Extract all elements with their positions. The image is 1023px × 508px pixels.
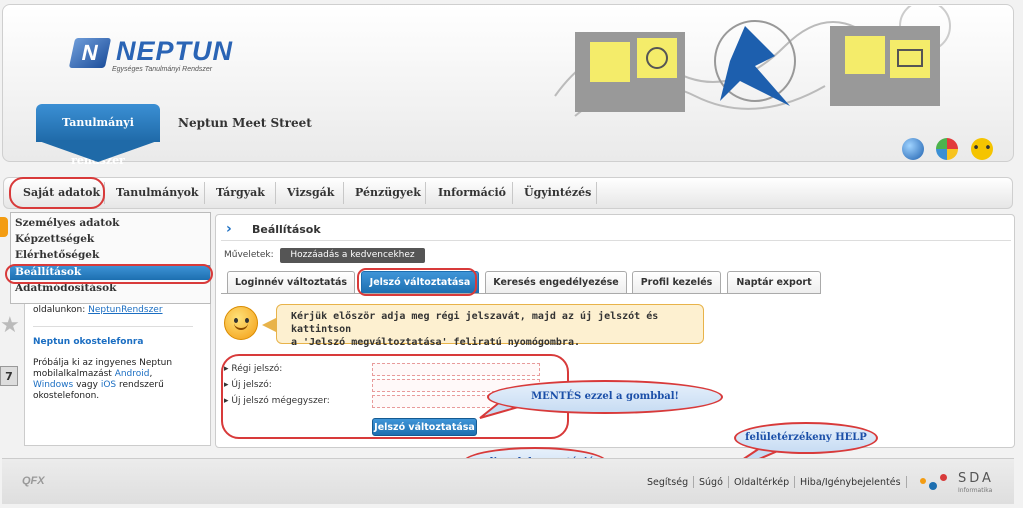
sidebar-text-or: vagy (76, 380, 98, 390)
chevron-right-icon: › (226, 221, 232, 237)
tab-baseline (221, 293, 821, 294)
header-artwork (554, 6, 951, 117)
menu-divider (343, 182, 344, 204)
menu-item-subjects[interactable]: Tárgyak (216, 186, 265, 199)
sidebar-link-prefix: oldalunkon: (33, 305, 86, 315)
footer-divider (693, 476, 694, 488)
notice-line: a 'Jelszó megváltoztatása' feliratú nyom… (291, 337, 580, 348)
dropdown-item-qualifications[interactable]: Képzettségek (15, 233, 94, 245)
actions-label: Műveletek: (224, 250, 274, 260)
footer-sitemap-link[interactable]: Oldaltérkép (734, 477, 789, 488)
ios-link[interactable]: iOS (101, 380, 116, 390)
highlight-own-data (9, 177, 105, 209)
dropdown-marker (0, 217, 8, 237)
neptun-logo-icon: N (68, 38, 112, 68)
footer-guide-link[interactable]: Súgó (699, 477, 723, 488)
sidebar-link-line: oldalunkon: NeptunRendszer (33, 305, 163, 316)
save-callout: MENTÉS ezzel a gombbal! (487, 380, 723, 414)
menu-item-information[interactable]: Információ (438, 186, 506, 199)
sidebar-mobile-title: Neptun okostelefonra (33, 337, 144, 347)
menu-divider (425, 182, 426, 204)
neptun-rendszer-link[interactable]: NeptunRendszer (88, 305, 162, 315)
sidebar-text-line: mobilalkalmazást (33, 369, 112, 379)
page-title: Beállítások (252, 223, 321, 236)
logo-subtitle: Egységes Tanulmányi Rendszer (112, 66, 213, 73)
menu-item-finances[interactable]: Pénzügyek (355, 186, 421, 199)
menu-divider (512, 182, 513, 204)
new-password-label-text: Új jelszó: (231, 380, 272, 390)
highlight-password-tab (357, 268, 477, 296)
old-password-field[interactable] (372, 363, 540, 376)
student-figure (720, 26, 790, 106)
tab-search-permission[interactable]: Keresés engedélyezése (485, 271, 627, 293)
footer-divider (728, 476, 729, 488)
science-sticky-note (590, 42, 630, 82)
highlight-settings (5, 264, 213, 284)
old-password-label: ▸ Régi jelszó: (224, 364, 283, 374)
menu-divider (275, 182, 276, 204)
new-password-label: ▸ Új jelszó: (224, 380, 272, 390)
footer-divider (906, 476, 907, 488)
tab-login-name[interactable]: Loginnév változtatás (227, 271, 355, 293)
title-divider (221, 240, 1011, 241)
color-theme-icon[interactable] (936, 138, 958, 160)
sidebar-divider (33, 326, 193, 327)
menu-item-studies[interactable]: Tanulmányok (116, 186, 199, 199)
sidebar-text-line: Próbálja ki az ingyenes Neptun (33, 358, 173, 368)
menu-divider (204, 182, 205, 204)
books-sticky-note (845, 36, 885, 74)
system-tab-pointer (36, 140, 160, 162)
footer-bug-report-link[interactable]: Hiba/Igénybejelentés (800, 477, 901, 488)
tab-calendar-export[interactable]: Naptár export (727, 271, 821, 293)
sidebar-comma: , (149, 369, 153, 379)
sda-logo-subtitle: Informatika (958, 487, 993, 494)
old-password-label-text: Régi jelszó: (231, 364, 283, 374)
globe-icon[interactable] (902, 138, 924, 160)
star-icon: ★ (0, 313, 20, 338)
menu-item-administration[interactable]: Ügyintézés (524, 186, 591, 199)
sda-dot-icon (940, 474, 947, 481)
globe-sticky-note (637, 38, 677, 78)
footer-divider (794, 476, 795, 488)
menu-divider (596, 182, 597, 204)
laptop-sticky-note (890, 40, 930, 78)
confirm-password-label: ▸ Új jelszó mégegyszer: (224, 396, 330, 406)
help-callout: felületérzékeny HELP (734, 422, 878, 454)
qfx-logo: QFX (22, 475, 45, 487)
menu-item-exams[interactable]: Vizsgák (287, 186, 334, 199)
sidebar-text-system: rendszerű (119, 380, 164, 390)
sda-logo: SDA (958, 471, 994, 486)
system-tab[interactable]: Tanulmányi rendszer (36, 104, 160, 167)
android-link[interactable]: Android (115, 369, 150, 379)
footer-help-link[interactable]: Segítség (647, 477, 688, 488)
confirm-password-label-text: Új jelszó mégegyszer: (231, 396, 330, 406)
tab-profile[interactable]: Profil kezelés (632, 271, 721, 293)
meet-street-link[interactable]: Neptun Meet Street (178, 116, 312, 130)
notice-pointer (262, 318, 276, 332)
dropdown-item-personal-data[interactable]: Személyes adatok (15, 217, 119, 229)
instruction-notice: Kérjük először adja meg régi jelszavát, … (276, 304, 704, 348)
add-to-favorites-button[interactable]: Hozzáadás a kedvencekhez (280, 248, 425, 263)
dropdown-item-contacts[interactable]: Elérhetőségek (15, 249, 99, 261)
notice-line: Kérjük először adja meg régi jelszavát, … (291, 311, 659, 335)
windows-link[interactable]: Windows (33, 380, 73, 390)
sidebar-text-line: okostelefonon. (33, 391, 100, 401)
smiley-feedback-icon[interactable]: • • (971, 138, 993, 160)
sidebar-mobile-text: Próbálja ki az ingyenes Neptun mobilalka… (33, 358, 208, 402)
calendar-icon: 7 (0, 366, 18, 386)
sda-dot-icon (920, 478, 926, 484)
logo-text: NEPTUN (116, 36, 234, 66)
sda-dot-icon (929, 482, 937, 490)
